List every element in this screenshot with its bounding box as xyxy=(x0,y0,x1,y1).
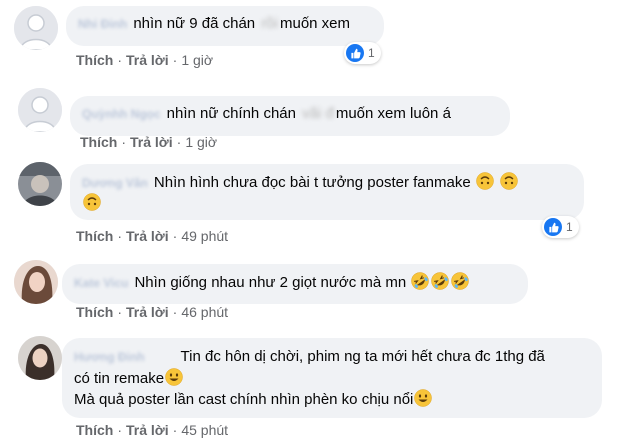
comment-author[interactable]: Quỳnhh Ngọc xyxy=(82,104,161,124)
separator-dot: · xyxy=(172,422,178,438)
like-icon xyxy=(346,44,364,62)
like-icon xyxy=(544,218,562,236)
comment-actions: Thích · Trả lời · 1 giờ xyxy=(80,134,217,150)
separator-dot: · xyxy=(172,52,178,68)
rolling-on-floor-laughing-icon xyxy=(451,272,470,290)
comment-time[interactable]: 49 phút xyxy=(181,228,228,244)
upside-down-face-icon xyxy=(83,193,101,211)
comment-text: nhìn nữ chính chán xyxy=(166,105,296,122)
reaction-count-badge[interactable]: 1 xyxy=(542,216,579,238)
comment-text-line-3: Mà quả poster lần cast chính nhìn phèn k… xyxy=(74,391,414,408)
comment-time[interactable]: 46 phút xyxy=(181,304,228,320)
comment-text: Nhìn giống nhau như 2 giọt nước mà mn xyxy=(134,274,407,291)
comment-bubble: Nhi Đinh nhìn nữ 9 đã chán rồi muốn xem xyxy=(66,6,384,46)
comment-author[interactable]: Hương Đinh xyxy=(74,347,145,368)
comment-author[interactable]: Nhi Đinh xyxy=(78,14,127,34)
comment-bubble: Quỳnhh Ngọc nhìn nữ chính chán vãi đ muốn … xyxy=(70,96,510,136)
comment-time[interactable]: 1 giờ xyxy=(181,52,213,68)
like-link[interactable]: Thích xyxy=(80,134,117,150)
upside-down-face-icon xyxy=(500,172,518,190)
comment-text: Nhìn hình chưa đọc bài t tưởng poster fa… xyxy=(153,174,471,191)
comment-author[interactable]: Dương Vân xyxy=(82,173,148,193)
redacted-text: vãi đ xyxy=(302,105,334,122)
rolling-on-floor-laughing-icon xyxy=(411,272,430,290)
grinning-face-icon xyxy=(414,389,433,407)
comment-text-line-2: có tin remake xyxy=(74,370,165,387)
comment-bubble: Hương Đinh Tin đc hôn dị chời, phim ng ta… xyxy=(62,338,602,418)
comment-time[interactable]: 45 phút xyxy=(181,422,228,438)
reaction-count: 1 xyxy=(566,220,573,234)
comment-text-continued: muốn xem xyxy=(279,15,351,32)
comment-author[interactable]: Kate Vicu xyxy=(74,273,128,293)
comment-actions: Thích · Trả lời · 1 giờ xyxy=(76,52,213,68)
separator-dot: · xyxy=(121,134,127,150)
avatar[interactable] xyxy=(18,162,62,206)
reaction-count: 1 xyxy=(368,46,375,60)
comment-actions: Thích · Trả lời · 45 phút xyxy=(76,422,228,438)
separator-dot: · xyxy=(117,422,123,438)
comment-text: nhìn nữ 9 đã chán xyxy=(133,15,256,32)
comment-bubble: Kate Vicu Nhìn giống nhau như 2 giọt nước… xyxy=(62,264,528,304)
like-link[interactable]: Thích xyxy=(76,304,113,320)
separator-dot: · xyxy=(117,228,123,244)
comment-text-continued: muốn xem luôn á xyxy=(335,105,451,122)
comment-text-line-1: Tin đc hôn dị chời, phim ng ta mới hết c… xyxy=(180,348,545,365)
comment-actions: Thích · Trả lời · 46 phút xyxy=(76,304,228,320)
comment-actions: Thích · Trả lời · 49 phút xyxy=(76,228,228,244)
comment-bubble: Dương Vân Nhìn hình chưa đọc bài t tưởng … xyxy=(70,164,584,220)
grinning-face-icon xyxy=(165,368,183,386)
reply-link[interactable]: Trả lời xyxy=(126,422,169,438)
like-link[interactable]: Thích xyxy=(76,422,113,438)
redacted-text: rồi xyxy=(261,15,278,32)
reply-link[interactable]: Trả lời xyxy=(126,304,169,320)
rolling-on-floor-laughing-icon xyxy=(431,272,450,290)
upside-down-face-icon xyxy=(476,172,494,190)
like-link[interactable]: Thích xyxy=(76,52,113,68)
avatar[interactable] xyxy=(14,6,58,50)
reply-link[interactable]: Trả lời xyxy=(126,52,169,68)
reply-link[interactable]: Trả lời xyxy=(130,134,173,150)
separator-dot: · xyxy=(172,304,178,320)
separator-dot: · xyxy=(117,304,123,320)
separator-dot: · xyxy=(117,52,123,68)
avatar[interactable] xyxy=(18,336,62,380)
avatar[interactable] xyxy=(18,88,62,132)
like-link[interactable]: Thích xyxy=(76,228,113,244)
reaction-count-badge[interactable]: 1 xyxy=(344,42,381,64)
reply-link[interactable]: Trả lời xyxy=(126,228,169,244)
comment-time[interactable]: 1 giờ xyxy=(185,134,217,150)
separator-dot: · xyxy=(176,134,182,150)
avatar[interactable] xyxy=(14,260,58,304)
separator-dot: · xyxy=(172,228,178,244)
